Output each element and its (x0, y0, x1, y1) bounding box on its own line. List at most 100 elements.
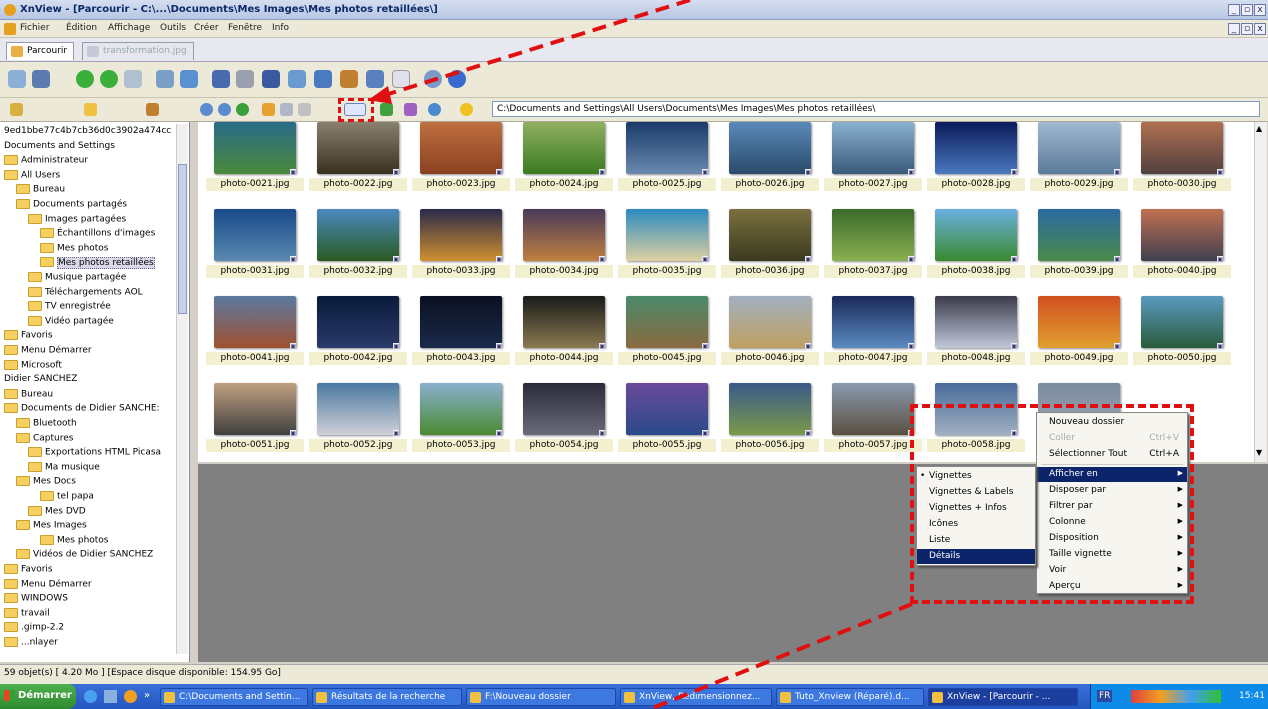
thumbnail[interactable]: ▣ photo-0039.jpg (1030, 209, 1128, 291)
thumbnail[interactable]: ▣ photo-0041.jpg (206, 296, 304, 378)
tree-item[interactable]: Documents partagés (16, 199, 127, 212)
thumbnail[interactable]: ▣ photo-0056.jpg (721, 383, 819, 465)
doc-minimize-button[interactable]: _ (1228, 23, 1240, 35)
minimize-button[interactable]: _ (1228, 4, 1240, 16)
tree-item[interactable]: .gimp-2.2 (4, 622, 64, 635)
slideshow-icon[interactable] (32, 70, 50, 88)
title-bar[interactable]: XnView - [Parcourir - C:\...\Documents\M… (0, 0, 1268, 20)
path-input[interactable]: C:\Documents and Settings\All Users\Docu… (492, 101, 1260, 117)
new-folder-icon[interactable] (262, 103, 275, 116)
quicklaunch-media-icon[interactable] (124, 690, 137, 703)
tree-item[interactable]: Images partagées (28, 213, 126, 227)
info-icon[interactable] (448, 70, 466, 88)
quicklaunch-desktop-icon[interactable] (104, 690, 117, 703)
tab-parcourir[interactable]: Parcourir (6, 42, 75, 60)
settings-icon[interactable] (424, 70, 442, 88)
delete-icon[interactable] (298, 103, 311, 116)
thumbnail[interactable]: ▣ photo-0057.jpg (824, 383, 922, 465)
thumbnail[interactable]: ▣ photo-0036.jpg (721, 209, 819, 291)
taskbar-button[interactable]: C:\Documents and Settin... (160, 688, 308, 706)
scroll-thumb[interactable] (178, 164, 187, 314)
thumbnail-scrollbar[interactable]: ▲ ▼ (1254, 122, 1267, 462)
sort-icon[interactable] (380, 103, 393, 116)
doc-maximize-button[interactable]: ▫ (1241, 23, 1253, 35)
tree-item[interactable]: Bluetooth (16, 418, 77, 431)
strip-icon[interactable] (366, 70, 384, 88)
star-icon[interactable] (460, 103, 473, 116)
thumbnail[interactable]: ▣ photo-0024.jpg (515, 122, 613, 204)
tree-item[interactable]: Musique partagée (28, 272, 126, 285)
refresh-icon[interactable] (236, 103, 249, 116)
convert-icon[interactable] (124, 70, 142, 88)
menu-fichier[interactable]: Fichier (20, 23, 49, 33)
nav-back-icon[interactable] (200, 103, 213, 116)
taskbar-button[interactable]: F:\Nouveau dossier (466, 688, 616, 706)
thumbnail[interactable]: ▣ photo-0028.jpg (927, 122, 1025, 204)
tree-item[interactable]: Vidéos de Didier SANCHEZ (16, 549, 153, 562)
tree-item[interactable]: Mes DVD (28, 505, 86, 519)
thumbnail[interactable]: ▣ photo-0050.jpg (1133, 296, 1231, 378)
web-icon[interactable] (288, 70, 306, 88)
thumbnail[interactable]: ▣ photo-0043.jpg (412, 296, 510, 378)
capture-icon[interactable] (156, 70, 174, 88)
close-button[interactable]: x (1254, 4, 1266, 16)
thumbnail[interactable]: ▣ photo-0049.jpg (1030, 296, 1128, 378)
tree-item[interactable]: Microsoft (4, 359, 62, 373)
taskbar-button[interactable]: XnView, Redimensionnez... (620, 688, 772, 706)
scroll-down-arrow[interactable]: ▼ (1256, 448, 1262, 457)
filter-icon[interactable] (404, 103, 417, 116)
folder-tree[interactable]: 9ed1bbe77c4b7cb36d0c3902a474cc Documents … (0, 122, 190, 662)
doc-close-button[interactable]: x (1254, 23, 1266, 35)
thumbnail[interactable]: ▣ photo-0046.jpg (721, 296, 819, 378)
tree-item[interactable]: Vidéo partagée (28, 315, 114, 329)
tree-item[interactable]: All Users (4, 169, 60, 183)
contact-sheet-icon[interactable] (314, 70, 332, 88)
tree-item[interactable]: Administrateur (4, 155, 88, 168)
tree-item[interactable]: tel papa (40, 491, 94, 504)
tray-icons[interactable] (1131, 690, 1221, 703)
tree-item[interactable]: travail (4, 607, 50, 621)
tree-item[interactable]: Menu Démarrer (4, 578, 92, 592)
thumbnail[interactable]: ▣ photo-0047.jpg (824, 296, 922, 378)
chevron-icon[interactable]: » (144, 690, 150, 701)
forward-icon[interactable] (100, 70, 118, 88)
thumbnail[interactable]: ▣ photo-0048.jpg (927, 296, 1025, 378)
thumbnail[interactable]: ▣ photo-0045.jpg (618, 296, 716, 378)
tree-item[interactable]: TV enregistrée (28, 301, 111, 314)
language-indicator[interactable]: FR (1097, 690, 1113, 702)
tree-item[interactable]: Bureau (4, 388, 53, 402)
tab-transformation[interactable]: transformation.jpg (82, 42, 194, 60)
tree-item[interactable]: Didier SANCHEZ (4, 374, 77, 387)
tree-item[interactable]: Favoris (4, 330, 53, 343)
tree-scrollbar[interactable] (176, 124, 188, 654)
thumbnail[interactable]: ▣ photo-0021.jpg (206, 122, 304, 204)
thumbnail[interactable]: ▣ photo-0026.jpg (721, 122, 819, 204)
categories-icon[interactable] (146, 103, 159, 116)
thumbnail[interactable]: ▣ photo-0022.jpg (309, 122, 407, 204)
tree-item[interactable]: ...nlayer (4, 637, 58, 650)
nav-forward-icon[interactable] (218, 103, 231, 116)
tree-item[interactable]: Mes photos (40, 242, 109, 256)
tree-item[interactable]: WINDOWS (4, 593, 68, 606)
tree-item[interactable]: Documents and Settings (4, 141, 115, 154)
menu-creer[interactable]: Créer (194, 23, 219, 33)
tree-item[interactable]: Menu Démarrer (4, 345, 92, 358)
thumbnail[interactable]: ▣ photo-0053.jpg (412, 383, 510, 465)
folders-icon[interactable] (10, 103, 23, 116)
batch-icon[interactable] (180, 70, 198, 88)
thumbnail[interactable]: ▣ photo-0030.jpg (1133, 122, 1231, 204)
start-button[interactable]: Démarrer (0, 684, 76, 709)
scanner-icon[interactable] (262, 70, 280, 88)
tree-item[interactable]: Mes photos retaillées (40, 256, 155, 270)
menu-fenetre[interactable]: Fenêtre (228, 23, 262, 33)
taskbar-button[interactable]: Tuto_Xnview (Réparé).d... (776, 688, 924, 706)
tree-item[interactable]: Mes Images (16, 520, 87, 533)
print-icon[interactable] (236, 70, 254, 88)
thumbnail[interactable]: ▣ photo-0034.jpg (515, 209, 613, 291)
search-icon[interactable] (212, 70, 230, 88)
mosaic-icon[interactable] (340, 70, 358, 88)
tree-item[interactable]: Exportations HTML Picasa (28, 447, 161, 460)
menu-edition[interactable]: Édition (66, 23, 97, 33)
thumbnail[interactable]: ▣ photo-0038.jpg (927, 209, 1025, 291)
thumbnail[interactable]: ▣ photo-0037.jpg (824, 209, 922, 291)
